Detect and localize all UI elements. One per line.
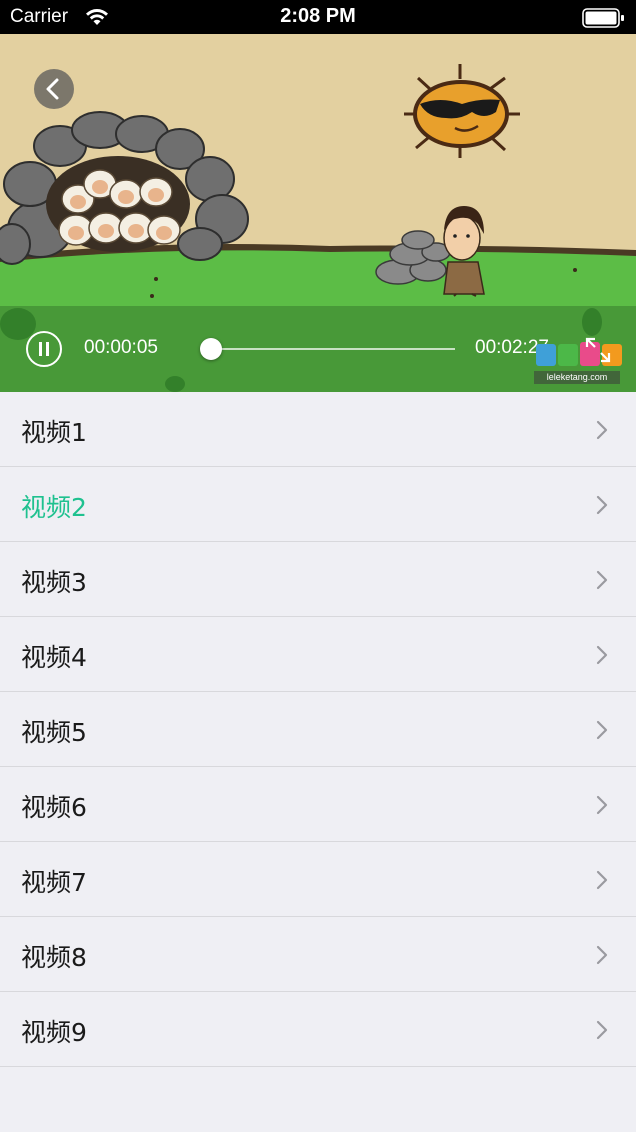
battery-icon — [582, 8, 624, 28]
progress-thumb[interactable] — [200, 338, 222, 360]
list-item[interactable]: 视频6 — [0, 767, 636, 842]
chevron-right-icon — [596, 420, 608, 440]
video-title: 视频7 — [21, 868, 87, 897]
back-arrow-icon — [46, 78, 59, 100]
video-title: 视频1 — [21, 418, 87, 447]
video-list: 视频1 视频2 视频3 视频4 视频5 视频6 视频7 视频8 视频9 — [0, 392, 636, 1067]
list-item[interactable]: 视频9 — [0, 992, 636, 1067]
progress-track[interactable] — [202, 348, 455, 350]
video-player[interactable]: 00:00:05 00:02:27 leleketang.com — [0, 34, 636, 392]
chevron-right-icon — [596, 870, 608, 890]
video-title: 视频3 — [21, 568, 87, 597]
list-item[interactable]: 视频2 — [0, 467, 636, 542]
video-title: 视频5 — [21, 718, 87, 747]
chevron-right-icon — [596, 1020, 608, 1040]
chevron-right-icon — [596, 720, 608, 740]
list-item[interactable]: 视频7 — [0, 842, 636, 917]
chevron-right-icon — [596, 795, 608, 815]
list-item[interactable]: 视频8 — [0, 917, 636, 992]
list-item[interactable]: 视频1 — [0, 392, 636, 467]
back-button[interactable] — [34, 69, 74, 109]
video-title: 视频8 — [21, 943, 87, 972]
watermark-url: leleketang.com — [534, 371, 620, 384]
list-item[interactable]: 视频3 — [0, 542, 636, 617]
clock: 2:08 PM — [280, 5, 356, 27]
pause-icon[interactable] — [26, 331, 62, 367]
video-title: 视频9 — [21, 1018, 87, 1047]
status-bar: Carrier 2:08 PM — [0, 0, 636, 34]
video-title: 视频6 — [21, 793, 87, 822]
chevron-right-icon — [596, 495, 608, 515]
list-item[interactable]: 视频4 — [0, 617, 636, 692]
chevron-right-icon — [596, 945, 608, 965]
current-time: 00:00:05 — [84, 337, 158, 358]
chevron-right-icon — [596, 645, 608, 665]
list-item[interactable]: 视频5 — [0, 692, 636, 767]
fullscreen-icon[interactable] — [584, 336, 612, 364]
video-title: 视频2 — [21, 493, 87, 522]
video-title: 视频4 — [21, 643, 87, 672]
chevron-right-icon — [596, 570, 608, 590]
